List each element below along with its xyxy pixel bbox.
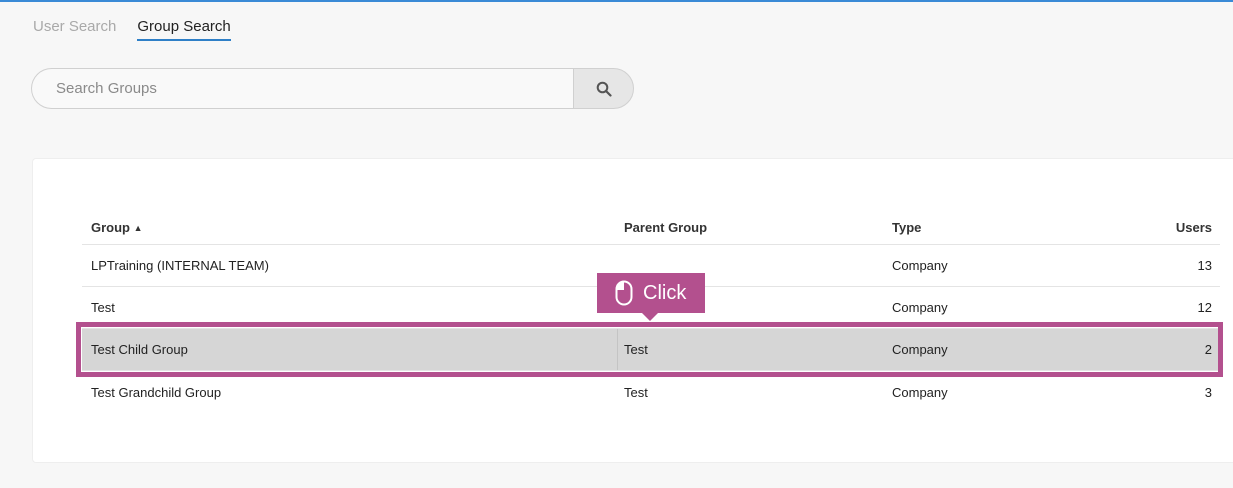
table-row[interactable]: Test Grandchild Group Test Company 3	[82, 371, 1220, 413]
users-count-cell: 2	[1204, 342, 1212, 357]
type-cell: Company	[892, 300, 948, 315]
search-button[interactable]	[573, 68, 634, 109]
parent-group-cell: Test	[624, 384, 648, 400]
users-count-cell: 13	[1197, 258, 1212, 273]
sort-ascending-icon: ▲	[133, 222, 143, 233]
search-groups-input[interactable]	[31, 68, 573, 109]
tab-user-search[interactable]: User Search	[33, 18, 116, 41]
type-cell: Company	[892, 342, 948, 357]
users-count-cell: 12	[1197, 300, 1212, 315]
cell-divider	[617, 329, 618, 370]
type-cell: Company	[892, 258, 948, 273]
top-accent-line	[0, 0, 1233, 2]
type-cell: Company	[892, 384, 948, 400]
search-icon	[596, 81, 612, 97]
column-header-type[interactable]: Type	[892, 207, 921, 244]
group-name-cell: Test Child Group	[91, 342, 188, 357]
column-header-parent-group[interactable]: Parent Group	[624, 207, 707, 244]
click-callout: Click	[597, 273, 705, 321]
table-row-selected[interactable]: Test Child Group Test Company 2	[82, 329, 1220, 371]
click-callout-label: Click	[643, 281, 687, 304]
group-name-cell: Test Grandchild Group	[91, 384, 222, 400]
tab-group-search[interactable]: Group Search	[137, 18, 231, 41]
column-header-users[interactable]: Users	[1176, 207, 1212, 244]
column-header-group[interactable]: Group ▲	[91, 207, 143, 244]
mouse-icon	[615, 280, 633, 306]
table-header-row: Group ▲ Parent Group Type Users	[82, 207, 1220, 245]
users-count-cell: 3	[1204, 384, 1212, 400]
parent-group-cell: Test	[624, 342, 648, 357]
group-search-bar	[31, 68, 634, 109]
search-tabs: User Search Group Search	[33, 18, 231, 41]
group-name-cell: LPTraining (INTERNAL TEAM)	[91, 258, 269, 273]
group-name-cell: Test	[91, 300, 115, 315]
